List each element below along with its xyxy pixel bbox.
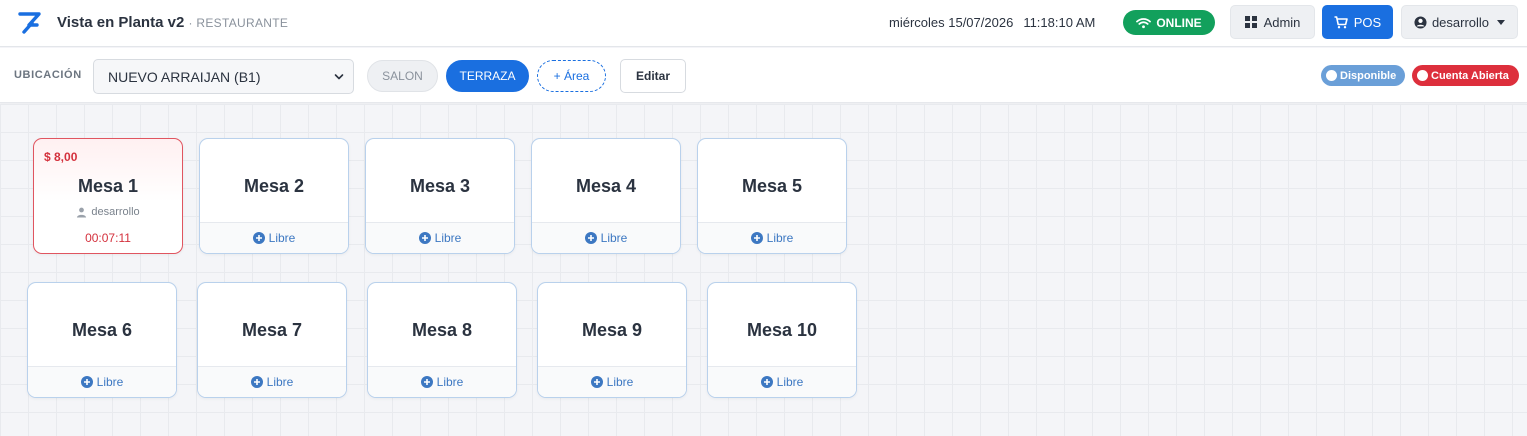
pos-button[interactable]: POS	[1322, 5, 1393, 39]
edit-button[interactable]: Editar	[620, 59, 686, 93]
table-status-free: Libre	[698, 222, 846, 253]
user-icon	[77, 207, 87, 218]
wifi-icon	[1136, 17, 1152, 28]
edit-button-label: Editar	[635, 69, 670, 83]
admin-button-label: Admin	[1263, 14, 1301, 30]
table-name: Mesa 9	[581, 320, 643, 340]
table-name: Mesa 5	[741, 176, 803, 196]
caret-down-icon	[1497, 19, 1506, 25]
location-label: UBICACIÓN	[14, 69, 82, 81]
table-card-mesa-2[interactable]: Mesa 2 Libre	[199, 138, 349, 254]
table-name: Mesa 2	[243, 176, 305, 196]
table-name: Mesa 4	[575, 176, 637, 196]
table-status-label: Libre	[268, 231, 296, 245]
pos-button-label: POS	[1353, 14, 1382, 30]
table-status-label: Libre	[436, 375, 464, 389]
user-menu-label: desarrollo	[1431, 14, 1490, 30]
table-status-label: Libre	[606, 375, 634, 389]
plus-circle-icon	[590, 376, 603, 388]
table-status-free: Libre	[200, 222, 348, 253]
current-time: 11:18:10 AM	[1023, 15, 1096, 30]
app-subtitle: · RESTAURANTE	[188, 16, 289, 30]
table-status-label: Libre	[434, 231, 462, 245]
table-status-label: Libre	[266, 375, 294, 389]
table-name: Mesa 8	[411, 320, 473, 340]
page-title: Vista en Planta v2 · RESTAURANTE	[57, 14, 288, 31]
table-waiter-name: desarrollo	[91, 206, 140, 218]
location-select[interactable]: NUEVO ARRAIJAN (B1)	[93, 59, 354, 94]
plus-circle-icon	[250, 376, 263, 388]
legend-available: Disponible	[1321, 65, 1405, 86]
user-circle-icon	[1414, 15, 1427, 29]
top-bar: Vista en Planta v2 · RESTAURANTE miércol…	[0, 0, 1527, 47]
table-card-mesa-8[interactable]: Mesa 8 Libre	[367, 282, 517, 398]
plus-circle-icon	[80, 376, 93, 388]
table-card-mesa-6[interactable]: Mesa 6 Libre	[27, 282, 177, 398]
admin-button[interactable]: Admin	[1230, 5, 1315, 39]
location-selected-value: NUEVO ARRAIJAN (B1)	[108, 68, 261, 85]
table-status-free: Libre	[366, 222, 514, 253]
table-status-free: Libre	[198, 366, 346, 397]
table-timer: 00:07:11	[85, 231, 131, 245]
table-amount: $ 8,00	[44, 150, 78, 164]
app-logo-icon[interactable]	[18, 11, 42, 35]
table-name: Mesa 3	[409, 176, 471, 196]
plus-circle-icon	[418, 232, 431, 244]
area-tab-terraza[interactable]: TERRAZA	[446, 60, 529, 92]
table-card-mesa-9[interactable]: Mesa 9 Libre	[537, 282, 687, 398]
legend-dot-icon	[1326, 70, 1337, 81]
grid-icon	[1244, 16, 1257, 28]
legend-open-account-label: Cuenta Abierta	[1431, 69, 1509, 82]
current-date: miércoles 15/07/2026	[889, 15, 1014, 30]
area-tab-salon-label: SALON	[382, 69, 423, 83]
table-status-free: Libre	[538, 366, 686, 397]
table-card-mesa-5[interactable]: Mesa 5 Libre	[697, 138, 847, 254]
table-status-free: Libre	[708, 366, 856, 397]
table-status-free: Libre	[368, 366, 516, 397]
table-card-mesa-3[interactable]: Mesa 3 Libre	[365, 138, 515, 254]
online-status-label: ONLINE	[1156, 15, 1202, 30]
table-status-label: Libre	[766, 231, 794, 245]
floor-plan: $ 8,00 Mesa 1 desarrollo 00:07:11 Mesa 2…	[0, 104, 1527, 436]
plus-circle-icon	[750, 232, 763, 244]
table-name: Mesa 7	[241, 320, 303, 340]
plus-circle-icon	[252, 232, 265, 244]
table-name: Mesa 1	[77, 176, 139, 196]
table-card-mesa-1[interactable]: $ 8,00 Mesa 1 desarrollo 00:07:11	[33, 138, 183, 254]
app-title-text: Vista en Planta v2	[57, 14, 185, 31]
table-status-free: Libre	[532, 222, 680, 253]
add-area-button[interactable]: + Área	[537, 60, 606, 92]
table-name: Mesa 10	[746, 320, 818, 340]
table-status-label: Libre	[96, 375, 124, 389]
table-status-free: Libre	[28, 366, 176, 397]
plus-circle-icon	[760, 376, 773, 388]
area-tab-salon[interactable]: SALON	[367, 60, 438, 92]
cart-icon	[1334, 15, 1348, 28]
plus-circle-icon	[584, 232, 597, 244]
table-card-mesa-4[interactable]: Mesa 4 Libre	[531, 138, 681, 254]
table-waiter: desarrollo	[34, 206, 182, 218]
table-status-label: Libre	[776, 375, 804, 389]
floor-toolbar: UBICACIÓN NUEVO ARRAIJAN (B1) SALON TERR…	[0, 48, 1527, 103]
legend-dot-icon	[1417, 70, 1428, 81]
legend-open-account: Cuenta Abierta	[1412, 65, 1519, 86]
chevron-down-icon	[334, 74, 344, 80]
legend-available-label: Disponible	[1340, 69, 1397, 82]
online-status-badge: ONLINE	[1123, 10, 1215, 35]
add-area-label: + Área	[553, 69, 590, 83]
table-status-label: Libre	[600, 231, 628, 245]
user-menu-button[interactable]: desarrollo	[1401, 5, 1518, 39]
datetime: miércoles 15/07/2026 11:18:10 AM	[889, 15, 1095, 30]
table-card-mesa-7[interactable]: Mesa 7 Libre	[197, 282, 347, 398]
plus-circle-icon	[420, 376, 433, 388]
table-card-mesa-10[interactable]: Mesa 10 Libre	[707, 282, 857, 398]
area-tab-terraza-label: TERRAZA	[459, 69, 516, 83]
table-name: Mesa 6	[71, 320, 133, 340]
